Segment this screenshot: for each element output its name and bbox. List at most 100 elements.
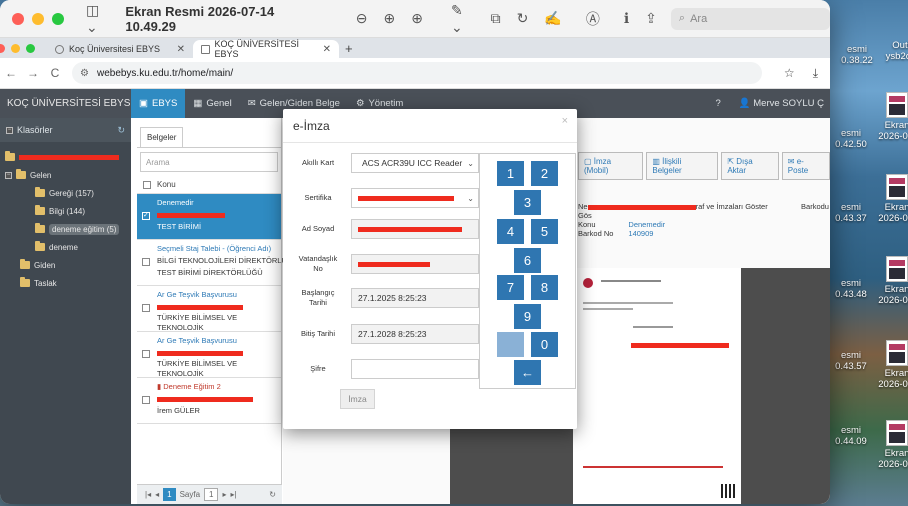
list-item[interactable]: Ar Ge Teşvik Başvurusu TÜRKİYE BİLİMSEL … — [137, 332, 281, 378]
window-controls — [12, 12, 64, 25]
close-tab-icon[interactable]: ✕ — [323, 44, 331, 55]
sign-button[interactable]: İmza — [340, 389, 375, 409]
menu-ebys[interactable]: ▣ EBYS — [131, 89, 186, 118]
back-icon[interactable]: ← — [0, 66, 22, 80]
desktop-file[interactable]: Ekran2026-0... — [858, 420, 908, 470]
refresh-icon[interactable]: ↻ — [269, 490, 276, 499]
backspace-key[interactable]: ← — [514, 360, 541, 385]
current-page-button[interactable]: 1 — [163, 488, 176, 501]
smart-card-select[interactable]: ACS ACR39U ICC Reader ⌄ — [351, 153, 479, 173]
key-2[interactable]: 2 — [531, 161, 558, 186]
desktop-file[interactable]: Ekran2026-0... — [858, 340, 908, 390]
last-page-icon[interactable]: ▸| — [231, 490, 237, 499]
sidebar-item-bilgi[interactable]: Bilgi (144) — [0, 202, 131, 220]
first-page-icon[interactable]: |◂ — [145, 490, 151, 499]
key-0[interactable]: 0 — [531, 332, 558, 357]
browser-minimize-button[interactable] — [11, 43, 20, 53]
bookmark-star-icon[interactable]: ☆ — [784, 66, 795, 81]
zoom-in-icon[interactable]: ⊕ — [383, 10, 395, 27]
collapse-icon[interactable]: − — [6, 126, 13, 134]
sidebar-item-geregi[interactable]: Gereği (157) — [0, 184, 131, 202]
iliskili-belgeler-button[interactable]: ▥ İlişkili Belgeler — [646, 152, 719, 180]
row-checkbox[interactable] — [142, 258, 150, 266]
browser-tab[interactable]: Koç Üniversitesi EBYS ✕ — [47, 40, 193, 58]
accessibility-icon[interactable]: Ⓐ — [586, 9, 600, 29]
row-checkbox[interactable]: ✓ — [142, 212, 150, 220]
refresh-icon[interactable]: ↻ — [117, 125, 125, 136]
redacted-text — [157, 350, 243, 356]
signature-icon[interactable]: ✍ — [544, 10, 561, 27]
zoom-window-button[interactable] — [52, 12, 64, 25]
forward-icon[interactable]: → — [22, 66, 44, 80]
browser-tab-active[interactable]: KOÇ ÜNİVERSİTESİ EBYS ✕ — [193, 39, 339, 59]
crop-icon[interactable]: ⧉ — [491, 10, 501, 27]
close-icon[interactable]: × — [562, 115, 568, 127]
url-field[interactable]: ⚙ webebys.ku.edu.tr/home/main/ — [72, 62, 762, 84]
key-8[interactable]: 8 — [531, 275, 558, 300]
expand-icon[interactable]: − — [5, 171, 12, 179]
menu-genel[interactable]: ▦ Genel — [185, 89, 239, 118]
markup-pen-icon[interactable]: ✎ ⌄ — [451, 2, 463, 36]
show-signatures-link[interactable]: raf ve İmzaları Göster — [696, 202, 768, 211]
list-item[interactable]: ✓ Denemedir TEST BİRİMİ — [137, 194, 281, 240]
tree-root[interactable] — [0, 148, 131, 166]
certificate-select[interactable]: ⌄ — [351, 188, 479, 208]
document-meta: Ne raf ve İmzaları Göster Barkodu Gös Kon… — [578, 202, 830, 238]
site-info-icon[interactable]: ⚙ — [80, 68, 89, 79]
browser-zoom-button[interactable] — [26, 43, 35, 53]
desktop-file[interactable]: Ekran2026-0... — [858, 256, 908, 306]
reload-icon[interactable]: C — [44, 66, 66, 80]
imza-mobil-button[interactable]: ▢ İmza (Mobil) — [578, 152, 644, 180]
list-item[interactable]: ▮ Deneme Eğitim 2 İrem GÜLER — [137, 378, 281, 424]
key-6[interactable]: 6 — [514, 248, 541, 273]
next-page-icon[interactable]: ▸ — [222, 490, 226, 499]
key-3[interactable]: 3 — [514, 190, 541, 215]
new-tab-icon[interactable]: + — [345, 41, 353, 56]
page-footer-line — [583, 466, 723, 468]
close-window-button[interactable] — [12, 12, 24, 25]
disa-aktar-button[interactable]: ⇱ Dışa Aktar — [721, 152, 779, 180]
field-sertifika: Sertifika ⌄ — [293, 188, 481, 208]
select-all-checkbox[interactable] — [143, 180, 151, 189]
preview-search-field[interactable]: ⌕ Ara — [670, 7, 830, 30]
close-tab-icon[interactable]: ✕ — [177, 44, 185, 55]
user-menu[interactable]: 👤 Merve SOYLU Ç — [739, 98, 824, 109]
sidebar-item-deneme-egitim[interactable]: deneme eğitim (5) — [0, 220, 131, 238]
share-icon[interactable]: ⇪ — [645, 10, 657, 27]
tab-belgeler[interactable]: Belgeler — [140, 127, 184, 147]
help-button[interactable]: ? — [715, 98, 720, 109]
info-icon[interactable]: ℹ — [624, 10, 629, 27]
zoom-out-icon[interactable]: ⊖ — [356, 10, 368, 27]
desktop-file[interactable]: Outlysb2oa — [862, 40, 908, 62]
tab-label: KOÇ ÜNİVERSİTESİ EBYS — [214, 39, 300, 59]
key-7[interactable]: 7 — [497, 275, 524, 300]
row-checkbox[interactable] — [142, 304, 150, 312]
rotate-icon[interactable]: ↻ — [517, 10, 529, 27]
sidebar-item-gelen[interactable]: − Gelen — [0, 166, 131, 184]
pin-input[interactable] — [351, 359, 479, 379]
prev-page-icon[interactable]: ◂ — [155, 490, 159, 499]
download-icon[interactable]: ⤓ — [813, 66, 818, 81]
row-checkbox[interactable] — [142, 350, 150, 358]
zoom-fit-icon[interactable]: ⊕ — [411, 10, 423, 27]
sidebar-toggle-icon[interactable]: ◫ ⌄ — [86, 2, 111, 36]
list-item[interactable]: Ar Ge Teşvik Başvurusu TÜRKİYE BİLİMSEL … — [137, 286, 281, 332]
key-4[interactable]: 4 — [497, 219, 524, 244]
sidebar-item-taslak[interactable]: Taslak — [0, 274, 131, 292]
key-5[interactable]: 5 — [531, 219, 558, 244]
e-poste-button[interactable]: ✉ e-Poste — [781, 152, 830, 180]
sidebar-item-label: Taslak — [34, 278, 57, 288]
minimize-window-button[interactable] — [32, 12, 44, 25]
list-item[interactable]: Seçmeli Staj Talebi - (Öğrenci Adı) BİLG… — [137, 240, 298, 286]
sidebar-item-deneme[interactable]: deneme — [0, 238, 131, 256]
browser-close-button[interactable] — [0, 43, 5, 53]
page-input[interactable]: 1 — [204, 488, 219, 501]
row-unit: TEST BİRİMİ DİREKTÖRLÜĞÜ — [157, 268, 263, 277]
field-baslangic-tarihi: Başlangıç Tarihi 27.1.2025 8:25:23 — [293, 288, 481, 308]
row-checkbox[interactable] — [142, 396, 150, 404]
key-1[interactable]: 1 — [497, 161, 524, 186]
redacted-text — [19, 154, 119, 160]
key-9[interactable]: 9 — [514, 304, 541, 329]
sidebar-item-giden[interactable]: Giden — [0, 256, 131, 274]
list-search-input[interactable]: Arama — [140, 152, 278, 172]
